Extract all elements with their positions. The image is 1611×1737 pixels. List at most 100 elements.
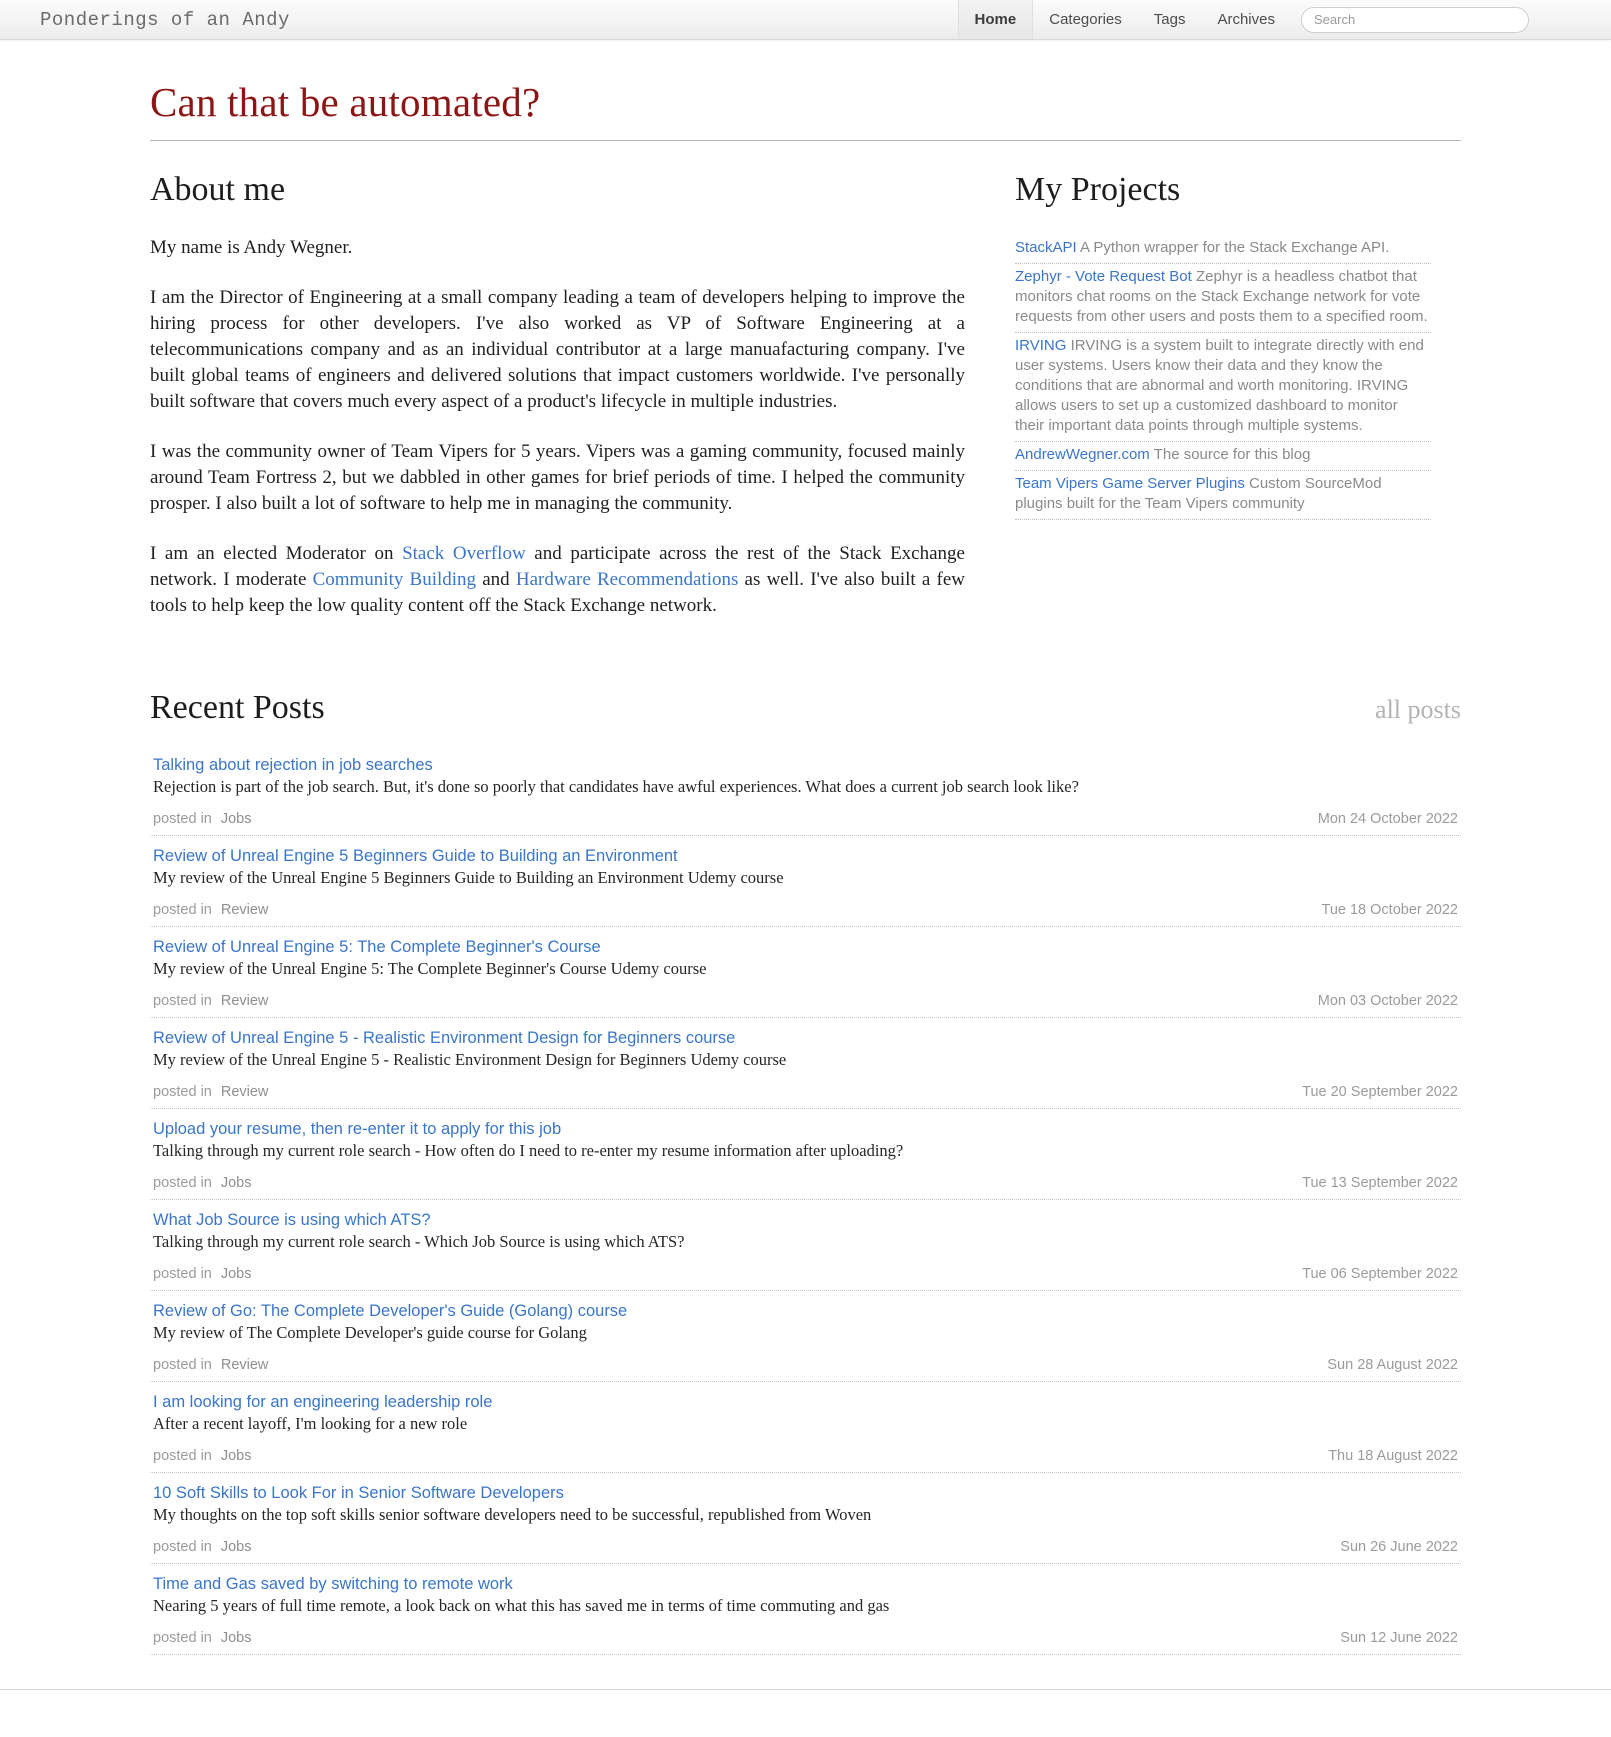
post-category-link[interactable]: Review <box>221 1357 269 1373</box>
post-title-link[interactable]: Review of Unreal Engine 5: The Complete … <box>153 938 601 957</box>
about-p4-text-c: and <box>476 569 516 590</box>
post-date: Mon 03 October 2022 <box>1317 993 1458 1009</box>
search-input[interactable] <box>1301 6 1529 33</box>
post-row: 10 Soft Skills to Look For in Senior Sof… <box>150 1473 1461 1564</box>
post-category-link[interactable]: Jobs <box>221 1539 252 1555</box>
nav-item-categories[interactable]: Categories <box>1033 0 1138 39</box>
post-row: Talking about rejection in job searches … <box>150 745 1461 836</box>
post-title-link[interactable]: Review of Unreal Engine 5 Beginners Guid… <box>153 847 678 866</box>
post-row: Review of Unreal Engine 5: The Complete … <box>150 927 1461 1018</box>
project-item: StackAPI A Python wrapper for the Stack … <box>1015 235 1431 264</box>
post-excerpt: Talking through my current role search -… <box>153 1141 904 1160</box>
post-title-link[interactable]: I am looking for an engineering leadersh… <box>153 1393 492 1412</box>
main-navigation: Home Categories Tags Archives <box>957 0 1611 39</box>
project-item: Team Vipers Game Server Plugins Custom S… <box>1015 471 1431 520</box>
post-meta: posted in Jobs Sun 26 June 2022 <box>153 1539 1461 1555</box>
post-row: Review of Unreal Engine 5 - Realistic En… <box>150 1018 1461 1109</box>
project-description: A Python wrapper for the Stack Exchange … <box>1080 239 1390 256</box>
post-title-link[interactable]: Talking about rejection in job searches <box>153 756 433 775</box>
post-title-link[interactable]: Upload your resume, then re-enter it to … <box>153 1120 561 1139</box>
hardware-recommendations-link[interactable]: Hardware Recommendations <box>516 569 739 590</box>
post-date: Sun 12 June 2022 <box>1340 1630 1458 1646</box>
post-row: What Job Source is using which ATS? Talk… <box>150 1200 1461 1291</box>
posted-in-label: posted in <box>153 1630 212 1646</box>
post-list: Talking about rejection in job searches … <box>150 745 1461 1655</box>
post-category-link[interactable]: Review <box>221 993 269 1009</box>
recent-posts-heading: Recent Posts <box>150 689 325 726</box>
post-date: Sun 26 June 2022 <box>1340 1539 1458 1555</box>
post-title-link[interactable]: Time and Gas saved by switching to remot… <box>153 1575 513 1594</box>
project-link-stackapi[interactable]: StackAPI <box>1015 239 1077 256</box>
post-category-link[interactable]: Review <box>221 1084 269 1100</box>
community-building-link[interactable]: Community Building <box>313 569 476 590</box>
post-category-group: posted in Review <box>153 993 268 1009</box>
post-title-link[interactable]: 10 Soft Skills to Look For in Senior Sof… <box>153 1484 564 1503</box>
projects-list: StackAPI A Python wrapper for the Stack … <box>1015 235 1431 520</box>
posted-in-label: posted in <box>153 811 212 827</box>
post-category-link[interactable]: Jobs <box>221 1448 252 1464</box>
about-heading: About me <box>150 171 286 208</box>
project-description: The source for this blog <box>1153 446 1311 463</box>
nav-item-home[interactable]: Home <box>957 0 1034 39</box>
post-category-group: posted in Jobs <box>153 1630 252 1646</box>
about-paragraph-3: I was the community owner of Team Vipers… <box>150 441 965 514</box>
project-link-zephyr[interactable]: Zephyr - Vote Request Bot <box>1015 268 1192 285</box>
post-category-group: posted in Jobs <box>153 811 252 827</box>
page-container: Can that be automated? About me My name … <box>0 78 1611 1655</box>
projects-heading: My Projects <box>1015 171 1181 208</box>
nav-item-archives[interactable]: Archives <box>1201 0 1291 39</box>
post-title-link[interactable]: Review of Go: The Complete Developer's G… <box>153 1302 627 1321</box>
post-category-group: posted in Jobs <box>153 1448 252 1464</box>
project-link-andrewwegner[interactable]: AndrewWegner.com <box>1015 446 1150 463</box>
post-category-link[interactable]: Review <box>221 902 269 918</box>
post-category-link[interactable]: Jobs <box>221 811 252 827</box>
post-category-link[interactable]: Jobs <box>221 1630 252 1646</box>
post-meta: posted in Jobs Tue 13 September 2022 <box>153 1175 1461 1191</box>
title-divider <box>150 140 1461 141</box>
project-link-irving[interactable]: IRVING <box>1015 337 1066 354</box>
post-date: Mon 24 October 2022 <box>1317 811 1458 827</box>
post-excerpt: My review of The Complete Developer's gu… <box>153 1323 587 1342</box>
sidebar-column: My Projects StackAPI A Python wrapper fo… <box>995 169 1431 520</box>
search-container <box>1291 0 1529 39</box>
post-meta: posted in Jobs Mon 24 October 2022 <box>153 811 1461 827</box>
posted-in-label: posted in <box>153 1084 212 1100</box>
post-meta: posted in Jobs Tue 06 September 2022 <box>153 1266 1461 1282</box>
posted-in-label: posted in <box>153 1539 212 1555</box>
post-row: Review of Unreal Engine 5 Beginners Guid… <box>150 836 1461 927</box>
post-excerpt: After a recent layoff, I'm looking for a… <box>153 1414 468 1433</box>
post-category-group: posted in Jobs <box>153 1266 252 1282</box>
stack-overflow-link[interactable]: Stack Overflow <box>402 543 526 564</box>
all-posts-link[interactable]: all posts <box>1375 695 1461 725</box>
post-category-group: posted in Review <box>153 1084 268 1100</box>
post-title-link[interactable]: What Job Source is using which ATS? <box>153 1211 431 1230</box>
post-meta: posted in Review Tue 20 September 2022 <box>153 1084 1461 1100</box>
post-meta: posted in Review Tue 18 October 2022 <box>153 902 1461 918</box>
post-meta: posted in Review Sun 28 August 2022 <box>153 1357 1461 1373</box>
post-category-group: posted in Jobs <box>153 1175 252 1191</box>
post-date: Tue 20 September 2022 <box>1302 1084 1458 1100</box>
main-column: About me My name is Andy Wegner. I am th… <box>150 169 995 643</box>
about-paragraph-2: I am the Director of Engineering at a sm… <box>150 287 965 412</box>
project-item: AndrewWegner.com The source for this blo… <box>1015 442 1431 471</box>
posted-in-label: posted in <box>153 1357 212 1373</box>
post-row: I am looking for an engineering leadersh… <box>150 1382 1461 1473</box>
post-row: Time and Gas saved by switching to remot… <box>150 1564 1461 1655</box>
post-excerpt: My review of the Unreal Engine 5 Beginne… <box>153 868 784 887</box>
about-p4-text-a: I am an elected Moderator on <box>150 543 403 564</box>
post-meta: posted in Review Mon 03 October 2022 <box>153 993 1461 1009</box>
post-excerpt: Talking through my current role search -… <box>153 1232 685 1251</box>
project-item: Zephyr - Vote Request Bot Zephyr is a he… <box>1015 264 1431 333</box>
post-excerpt: My review of the Unreal Engine 5 - Reali… <box>153 1050 787 1069</box>
post-category-group: posted in Jobs <box>153 1539 252 1555</box>
post-row: Upload your resume, then re-enter it to … <box>150 1109 1461 1200</box>
recent-posts-header: Recent Posts all posts <box>150 689 1461 727</box>
nav-item-tags[interactable]: Tags <box>1138 0 1202 39</box>
post-category-link[interactable]: Jobs <box>221 1175 252 1191</box>
posted-in-label: posted in <box>153 1175 212 1191</box>
post-row: Review of Go: The Complete Developer's G… <box>150 1291 1461 1382</box>
post-title-link[interactable]: Review of Unreal Engine 5 - Realistic En… <box>153 1029 735 1048</box>
project-item: IRVING IRVING is a system built to integ… <box>1015 333 1431 442</box>
post-category-link[interactable]: Jobs <box>221 1266 252 1282</box>
project-link-team-vipers[interactable]: Team Vipers Game Server Plugins <box>1015 475 1245 492</box>
